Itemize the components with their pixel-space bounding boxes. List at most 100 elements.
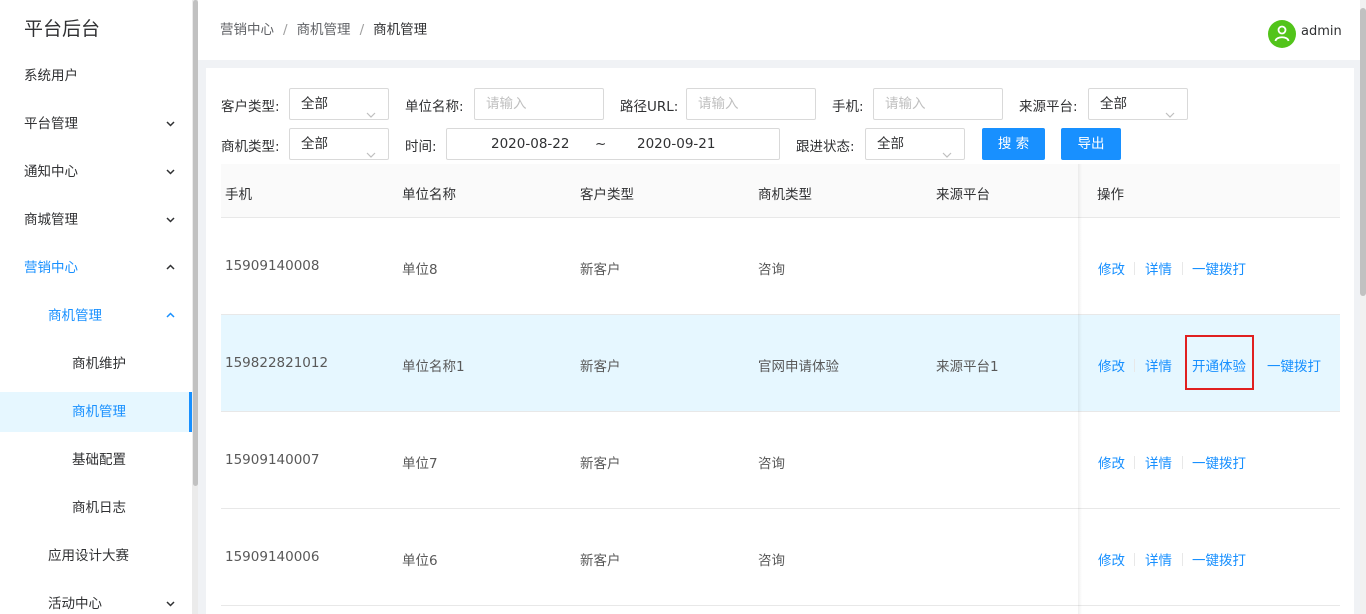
- sidebar-item-label: 商机管理: [48, 308, 102, 324]
- sidebar-item-platform-management[interactable]: 平台管理: [0, 104, 192, 144]
- user-avatar-icon[interactable]: [1268, 20, 1296, 48]
- cell-source: 来源平台1: [936, 359, 999, 375]
- cell-customer-type: 新客户: [580, 456, 621, 472]
- sidebar-item-marketing-center[interactable]: 营销中心: [0, 248, 192, 288]
- page-scrollbar-thumb[interactable]: [1360, 8, 1366, 296]
- chevron-down-icon: [1165, 100, 1175, 118]
- sidebar-item-opportunity-management[interactable]: 商机管理: [0, 392, 192, 432]
- sidebar-item-label: 商机维护: [72, 356, 126, 372]
- date-end[interactable]: 2020-09-21: [637, 136, 715, 152]
- divider: [1182, 553, 1183, 566]
- date-start[interactable]: 2020-08-22: [491, 136, 569, 152]
- cell-opportunity-type: 咨询: [758, 456, 785, 472]
- detail-link[interactable]: 详情: [1145, 549, 1172, 569]
- fixed-column-shadow: [1078, 164, 1082, 614]
- sidebar-item-system-users[interactable]: 系统用户: [0, 56, 192, 96]
- edit-link[interactable]: 修改: [1098, 355, 1125, 375]
- sidebar-item-label: 营销中心: [24, 260, 78, 276]
- source-platform-label: 来源平台:: [1019, 99, 1078, 115]
- opportunity-type-select[interactable]: 全部: [289, 128, 389, 160]
- cell-company: 单位名称1: [402, 359, 465, 375]
- cell-phone: 15909140008: [225, 258, 320, 274]
- search-button[interactable]: 搜 索: [982, 128, 1045, 160]
- chevron-up-icon: [166, 263, 175, 272]
- follow-status-select[interactable]: 全部: [865, 128, 965, 160]
- export-button[interactable]: 导出: [1061, 128, 1121, 160]
- call-link[interactable]: 一键拨打: [1192, 258, 1246, 278]
- cell-customer-type: 新客户: [580, 262, 621, 278]
- divider: [1182, 456, 1183, 469]
- column-header-opportunity-type: 商机类型: [758, 187, 812, 203]
- cell-company: 单位7: [402, 456, 438, 472]
- detail-link[interactable]: 详情: [1145, 452, 1172, 472]
- table-row[interactable]: 15909140007 单位7 新客户 咨询 修改 详情 一键拨打: [221, 412, 1340, 509]
- table-row[interactable]: 15909140008 单位8 新客户 咨询 修改 详情 一键拨打: [221, 218, 1340, 315]
- sidebar-item-activity-center[interactable]: 活动中心: [0, 584, 192, 614]
- cell-opportunity-type: 咨询: [758, 262, 785, 278]
- brand-title: 平台后台: [24, 18, 101, 40]
- source-platform-value: 全部: [1100, 96, 1127, 112]
- sidebar-scrollbar-thumb[interactable]: [193, 0, 198, 486]
- edit-link[interactable]: 修改: [1098, 452, 1125, 472]
- sidebar-item-label: 商机管理: [72, 404, 126, 420]
- detail-link[interactable]: 详情: [1145, 258, 1172, 278]
- call-link[interactable]: 一键拨打: [1192, 549, 1246, 569]
- breadcrumb-current: 商机管理: [373, 22, 428, 38]
- sidebar-item-opportunity-maintenance[interactable]: 商机维护: [0, 344, 192, 384]
- chevron-down-icon: [166, 599, 175, 608]
- sidebar-item-label: 平台管理: [24, 116, 78, 132]
- column-header-actions: 操作: [1097, 187, 1124, 203]
- follow-status-value: 全部: [877, 136, 904, 152]
- customer-type-value: 全部: [301, 96, 328, 112]
- breadcrumb-separator: /: [359, 22, 365, 38]
- chevron-down-icon: [366, 100, 376, 118]
- edit-link[interactable]: 修改: [1098, 258, 1125, 278]
- sidebar-item-mall-management[interactable]: 商城管理: [0, 200, 192, 240]
- user-name[interactable]: admin: [1301, 24, 1342, 39]
- top-header: 营销中心 / 商机管理 / 商机管理 admin: [198, 0, 1360, 60]
- breadcrumb-item[interactable]: 商机管理: [297, 22, 351, 38]
- phone-input[interactable]: 请输入: [873, 88, 1003, 120]
- opportunity-table: 手机 单位名称 客户类型 商机类型 来源平台 操作 15909140008 单位…: [221, 164, 1340, 614]
- date-range-separator: ~: [595, 136, 607, 152]
- company-name-placeholder: 请输入: [486, 96, 527, 112]
- sidebar: 平台后台 系统用户 平台管理 通知中心 商城管理 营销中心 商机管理 商机维护 …: [0, 0, 198, 614]
- breadcrumb-item[interactable]: 营销中心: [220, 22, 274, 38]
- table-row[interactable]: 159822821012 单位名称1 新客户 官网申请体验 来源平台1 修改 详…: [221, 315, 1340, 412]
- sidebar-item-label: 活动中心: [48, 596, 102, 612]
- company-name-input[interactable]: 请输入: [474, 88, 604, 120]
- detail-link[interactable]: 详情: [1145, 355, 1172, 375]
- source-platform-select[interactable]: 全部: [1088, 88, 1188, 120]
- sidebar-item-opportunity-management-group[interactable]: 商机管理: [0, 296, 192, 336]
- cell-opportunity-type: 官网申请体验: [758, 359, 839, 375]
- chevron-down-icon: [166, 119, 175, 128]
- cell-company: 单位6: [402, 553, 438, 569]
- sidebar-item-basic-config[interactable]: 基础配置: [0, 440, 192, 480]
- cell-phone: 159822821012: [225, 355, 329, 371]
- chevron-down-icon: [942, 140, 952, 158]
- call-link[interactable]: 一键拨打: [1192, 452, 1246, 472]
- chevron-up-icon: [166, 311, 175, 320]
- divider: [1134, 359, 1135, 372]
- customer-type-label: 客户类型:: [221, 99, 280, 115]
- cell-customer-type: 新客户: [580, 359, 621, 375]
- path-url-input[interactable]: 请输入: [686, 88, 816, 120]
- column-header-source-platform: 来源平台: [936, 187, 990, 203]
- cell-phone: 15909140006: [225, 549, 320, 565]
- sidebar-item-opportunity-log[interactable]: 商机日志: [0, 488, 192, 528]
- date-range-picker[interactable]: 2020-08-22 ~ 2020-09-21: [446, 128, 780, 160]
- cell-customer-type: 新客户: [580, 553, 621, 569]
- divider: [1182, 262, 1183, 275]
- sidebar-item-label: 商城管理: [24, 212, 78, 228]
- customer-type-select[interactable]: 全部: [289, 88, 389, 120]
- sidebar-item-label: 通知中心: [24, 164, 78, 180]
- column-header-company: 单位名称: [402, 187, 456, 203]
- edit-link[interactable]: 修改: [1098, 549, 1125, 569]
- table-row[interactable]: 15909140006 单位6 新客户 咨询 修改 详情 一键拨打: [221, 509, 1340, 606]
- divider: [1134, 456, 1135, 469]
- opportunity-type-value: 全部: [301, 136, 328, 152]
- breadcrumb: 营销中心 / 商机管理 / 商机管理: [220, 18, 427, 38]
- sidebar-item-app-design-contest[interactable]: 应用设计大赛: [0, 536, 192, 576]
- sidebar-item-notification-center[interactable]: 通知中心: [0, 152, 192, 192]
- call-link[interactable]: 一键拨打: [1267, 355, 1321, 375]
